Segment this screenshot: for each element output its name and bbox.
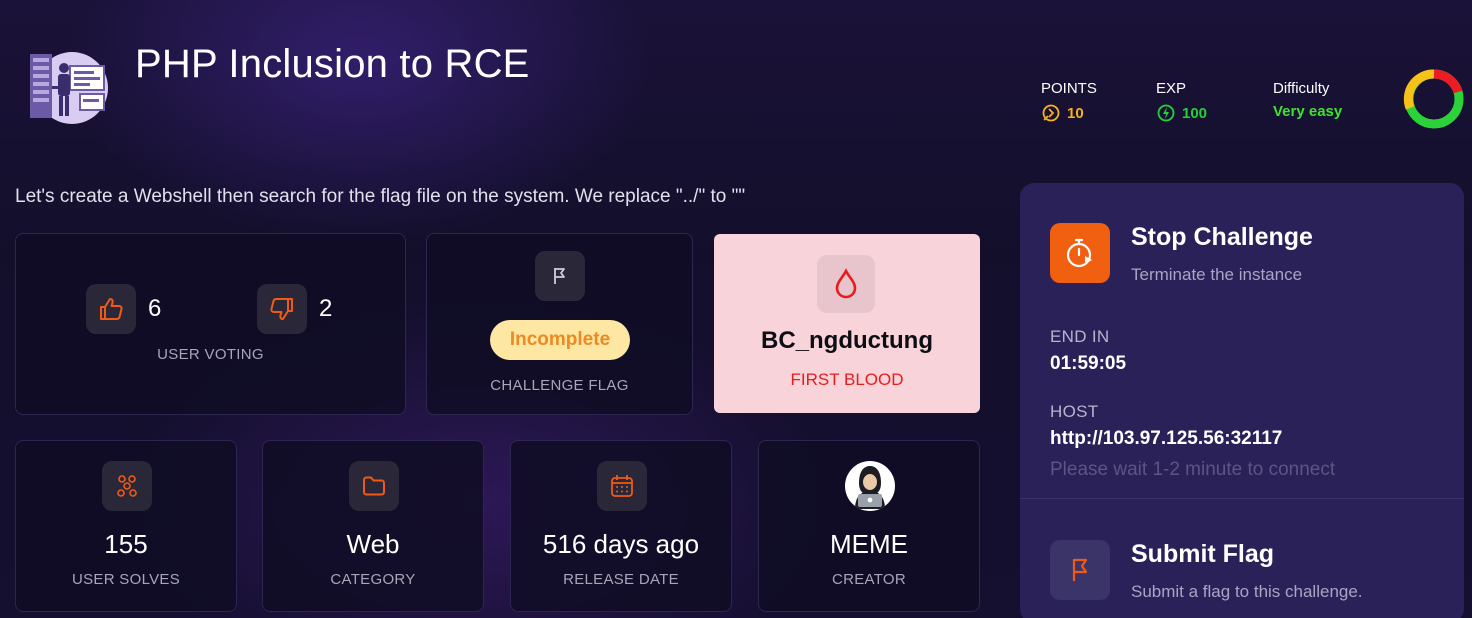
creator-label: CREATOR <box>831 571 907 588</box>
exp-icon <box>1157 104 1175 122</box>
points-label: POINTS <box>1041 80 1097 97</box>
challenge-flag-card: Incomplete CHALLENGE FLAG <box>426 233 693 415</box>
difficulty-value: Very easy <box>1273 103 1343 120</box>
users-icon-box <box>102 461 152 511</box>
calendar-icon <box>611 475 633 497</box>
stop-challenge-subtitle: Terminate the instance <box>1131 265 1303 284</box>
difficulty-label: Difficulty <box>1273 80 1330 97</box>
flag-status-badge: Incomplete <box>490 320 630 360</box>
points-value: 10 <box>1067 104 1084 122</box>
category-value: Web <box>346 529 400 559</box>
release-date-value: 516 days ago <box>542 529 700 559</box>
release-date-label: RELEASE DATE <box>563 571 679 588</box>
stop-challenge-title[interactable]: Stop Challenge <box>1131 223 1313 252</box>
challenge-description: Let's create a Webshell then search for … <box>15 186 746 207</box>
challenge-logo <box>30 52 108 124</box>
end-in-timer: 01:59:05 <box>1050 353 1127 374</box>
blood-icon-box <box>817 255 875 313</box>
user-solves-label: USER SOLVES <box>71 571 181 588</box>
flag-icon <box>1072 558 1088 581</box>
creator-card: MEME CREATOR <box>758 440 980 612</box>
submit-flag-button[interactable] <box>1050 540 1110 600</box>
upvote: 6 <box>86 284 161 334</box>
stopwatch-icon <box>1066 238 1092 268</box>
user-voting-card: 6 2 USER VOTING <box>15 233 406 415</box>
submit-flag-title[interactable]: Submit Flag <box>1131 540 1274 569</box>
category-label: CATEGORY <box>330 571 416 588</box>
creator-value: MEME <box>830 529 908 559</box>
first-blood-user: BC_ngductung <box>761 327 933 354</box>
exp-stat: EXP 100 <box>1156 80 1207 123</box>
panel-divider <box>1020 498 1464 499</box>
connect-wait-note: Please wait 1-2 minute to connect <box>1050 459 1336 480</box>
blood-drop-icon <box>835 268 857 299</box>
flag-icon-box <box>535 251 585 301</box>
thumbs-up-icon <box>100 298 123 320</box>
stop-challenge-button[interactable] <box>1050 223 1110 283</box>
folder-icon <box>363 476 385 496</box>
difficulty-ring <box>1403 69 1464 129</box>
category-card: Web CATEGORY <box>262 440 484 612</box>
exp-label: EXP <box>1156 80 1187 97</box>
release-date-card: 516 days ago RELEASE DATE <box>510 440 732 612</box>
thumbs-down-icon <box>270 298 293 320</box>
calendar-icon-box <box>597 461 647 511</box>
downvote: 2 <box>257 284 332 334</box>
page-title: PHP Inclusion to RCE <box>135 42 530 86</box>
instance-panel: Stop Challenge Terminate the instance EN… <box>1020 183 1464 618</box>
challenge-flag-label: CHALLENGE FLAG <box>490 377 629 394</box>
difficulty-stat: Difficulty Very easy <box>1273 80 1342 120</box>
exp-value: 100 <box>1182 104 1208 122</box>
thumbs-down-button[interactable] <box>257 284 307 334</box>
submit-flag-subtitle: Submit a flag to this challenge. <box>1131 582 1363 601</box>
thumbs-up-button[interactable] <box>86 284 136 334</box>
points-icon <box>1042 104 1060 122</box>
host-url[interactable]: http://103.97.125.56:32117 <box>1050 428 1282 450</box>
user-solves-card: 155 USER SOLVES <box>15 440 237 612</box>
folder-icon-box <box>349 461 399 511</box>
first-blood-card: BC_ngductung FIRST BLOOD <box>714 234 980 413</box>
host-label: HOST <box>1050 402 1099 421</box>
users-icon <box>117 475 137 497</box>
first-blood-label: FIRST BLOOD <box>790 370 904 389</box>
end-in-label: END IN <box>1050 327 1110 346</box>
points-stat: POINTS 10 <box>1041 80 1097 123</box>
flag-icon <box>554 268 565 284</box>
upvote-count: 6 <box>148 295 162 322</box>
downvote-count: 2 <box>319 295 333 322</box>
hacker-avatar-icon <box>855 466 885 509</box>
user-solves-value: 155 <box>104 529 148 559</box>
creator-avatar[interactable] <box>845 461 895 511</box>
user-voting-label: USER VOTING <box>157 346 264 363</box>
